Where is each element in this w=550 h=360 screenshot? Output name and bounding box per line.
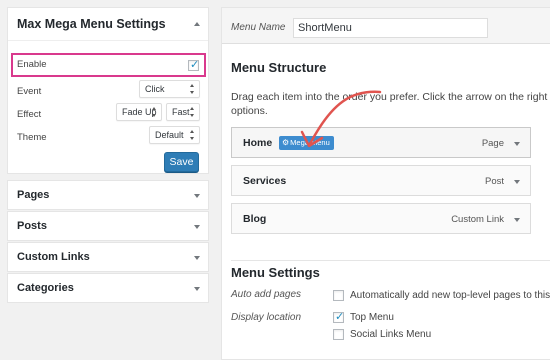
menu-name-label: Menu Name bbox=[231, 22, 286, 33]
select-arrows-icon bbox=[190, 107, 195, 117]
gear-icon: ⚙ bbox=[282, 138, 290, 147]
menu-item-title: Home bbox=[243, 137, 273, 149]
event-label: Event bbox=[17, 86, 42, 97]
effect-speed-select-value: Fast bbox=[172, 107, 190, 117]
top-menu-checkbox[interactable]: ✓ bbox=[333, 311, 345, 323]
auto-add-pages-checkbox[interactable] bbox=[333, 290, 344, 301]
collapse-arrow-icon[interactable] bbox=[194, 22, 200, 26]
display-location-label: Display location bbox=[231, 312, 302, 323]
mega-menu-settings-panel: Max Mega Menu Settings Enable ✓ Event Cl… bbox=[7, 7, 209, 174]
expand-arrow-icon[interactable] bbox=[514, 218, 520, 222]
effect-label: Effect bbox=[17, 109, 42, 120]
menu-item-title: Blog bbox=[243, 213, 267, 225]
enable-row: Enable ✓ bbox=[11, 53, 206, 77]
mega-menu-settings-title: Max Mega Menu Settings bbox=[17, 17, 166, 31]
select-arrows-icon bbox=[190, 130, 195, 140]
accordion-posts[interactable]: Posts bbox=[7, 211, 209, 241]
auto-add-pages-text: Automatically add new top-level pages to… bbox=[350, 290, 550, 301]
accordion-posts-label: Posts bbox=[17, 220, 47, 232]
menu-item-type: Custom Link bbox=[451, 214, 504, 225]
enable-checkbox[interactable]: ✓ bbox=[188, 59, 200, 71]
menu-settings-title: Menu Settings bbox=[231, 265, 320, 280]
accordion-custom-links[interactable]: Custom Links bbox=[7, 242, 209, 272]
accordion-pages[interactable]: Pages bbox=[7, 180, 209, 210]
mega-menu-settings-header[interactable]: Max Mega Menu Settings bbox=[8, 8, 208, 41]
menu-structure-title: Menu Structure bbox=[231, 60, 327, 75]
social-links-menu-label: Social Links Menu bbox=[350, 329, 432, 340]
enable-label: Enable bbox=[17, 59, 47, 70]
menu-item-type: Post bbox=[484, 176, 504, 187]
menu-editor-panel: Menu Name ShortMenu Menu Structure Drag … bbox=[221, 7, 550, 360]
accordion-categories-label: Categories bbox=[17, 282, 74, 294]
effect-row: Effect Fade Up Fast bbox=[8, 103, 208, 126]
accordion-categories[interactable]: Categories bbox=[7, 273, 209, 303]
expand-arrow-icon[interactable] bbox=[194, 287, 200, 291]
menu-item-title: Services bbox=[243, 175, 287, 187]
menu-item-services[interactable]: Services Post bbox=[231, 165, 531, 196]
accordion-pages-label: Pages bbox=[17, 189, 50, 201]
menu-name-input[interactable]: ShortMenu bbox=[293, 18, 488, 38]
accordion-custom-links-label: Custom Links bbox=[17, 251, 90, 263]
divider bbox=[231, 260, 550, 261]
menu-item-type: Page bbox=[481, 138, 504, 149]
auto-add-pages-label: Auto add pages bbox=[231, 289, 302, 300]
theme-label: Theme bbox=[17, 132, 47, 143]
expand-arrow-icon[interactable] bbox=[514, 180, 520, 184]
save-button[interactable]: Save bbox=[164, 152, 199, 172]
left-sidebar: Max Mega Menu Settings Enable ✓ Event Cl… bbox=[7, 7, 209, 303]
select-arrows-icon bbox=[152, 107, 157, 117]
select-arrows-icon bbox=[190, 84, 195, 94]
theme-select-value: Default bbox=[155, 130, 184, 140]
effect-speed-select[interactable]: Fast bbox=[166, 103, 200, 121]
expand-arrow-icon[interactable] bbox=[194, 194, 200, 198]
event-select[interactable]: Click bbox=[139, 80, 200, 98]
event-select-value: Click bbox=[145, 84, 165, 94]
checkmark-icon: ✓ bbox=[335, 311, 345, 323]
social-links-menu-checkbox[interactable] bbox=[333, 329, 344, 340]
menu-name-bar: Menu Name ShortMenu bbox=[222, 8, 550, 44]
event-row: Event Click bbox=[8, 80, 208, 103]
checkmark-icon: ✓ bbox=[190, 59, 200, 71]
expand-arrow-icon[interactable] bbox=[194, 256, 200, 260]
menu-item-blog[interactable]: Blog Custom Link bbox=[231, 203, 531, 234]
expand-arrow-icon[interactable] bbox=[194, 225, 200, 229]
annotation-arrow-icon bbox=[300, 90, 382, 148]
top-menu-label: Top Menu bbox=[350, 312, 394, 323]
effect-select[interactable]: Fade Up bbox=[116, 103, 162, 121]
theme-select[interactable]: Default bbox=[149, 126, 200, 144]
expand-arrow-icon[interactable] bbox=[514, 142, 520, 146]
theme-row: Theme Default bbox=[8, 126, 208, 149]
